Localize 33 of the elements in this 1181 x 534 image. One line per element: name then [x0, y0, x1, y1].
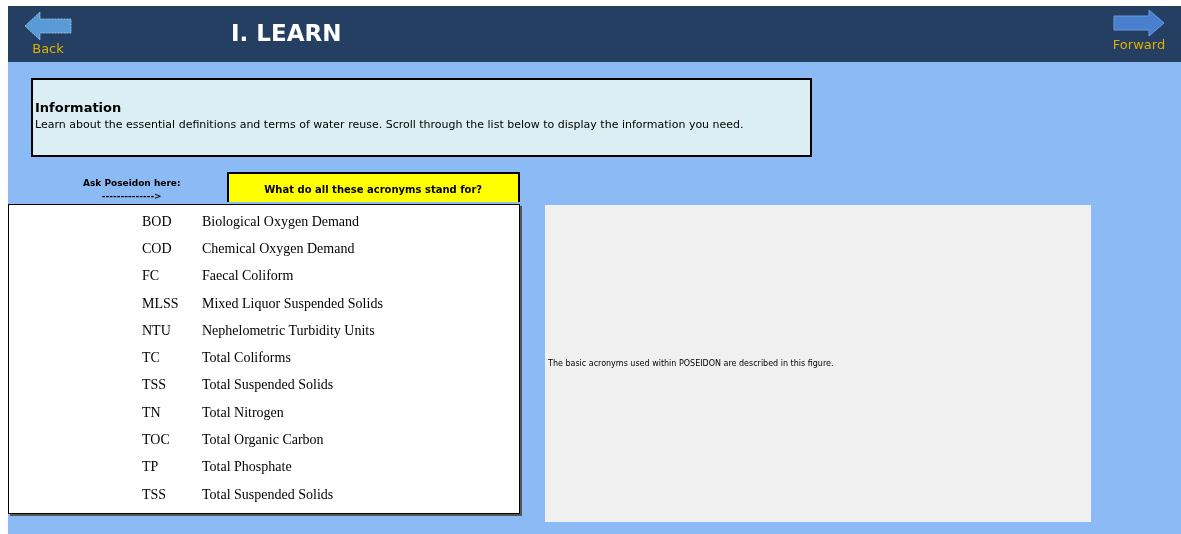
acronym: COD — [142, 240, 173, 257]
acronym: BOD — [142, 213, 173, 230]
information-heading: Information — [35, 100, 123, 115]
forward-button[interactable]: Forward — [1111, 6, 1167, 62]
right-arrow-icon — [1113, 9, 1165, 37]
acronym-meaning: Total Organic Carbon — [202, 432, 324, 448]
arrow-text: --------------> — [100, 190, 163, 203]
ask-label: Ask Poseidon here: — [81, 177, 182, 190]
acronym-meaning: Chemical Oxygen Demand — [202, 240, 355, 257]
acronym-meaning: Biological Oxygen Demand — [202, 213, 360, 230]
acronym: TSS — [142, 377, 168, 394]
acronym: FC — [142, 268, 161, 285]
question-box[interactable]: What do all these acronyms stand for? — [226, 172, 520, 202]
acronym: MLSS — [142, 295, 180, 312]
acronym-meaning: Total Suspended Solids — [202, 486, 334, 503]
page-title: I. LEARN — [231, 20, 342, 48]
acronym-meaning: Total Nitrogen — [202, 404, 284, 421]
information-text: Learn about the essential definitions and terms of water reuse. Scroll through the list below to display the information you need. — [35, 118, 745, 131]
acronym-meaning: Total Phosphate — [202, 459, 292, 476]
figure-caption: The basic acronyms used within POSEIDON are described in this figure. — [548, 359, 834, 368]
acronym: TC — [142, 350, 161, 367]
acronym-meaning: Total Suspended Solids — [202, 377, 334, 394]
acronym-meaning: Total Coliforms — [202, 350, 291, 367]
acronym-meaning: Mixed Liquor Suspended Solids — [202, 295, 383, 312]
acronym: TOC — [142, 432, 171, 448]
acronym: TP — [142, 459, 160, 476]
acronym: TN — [142, 404, 162, 421]
back-button[interactable]: Back — [22, 6, 74, 62]
acronym-meaning: Nephelometric Turbidity Units — [202, 322, 375, 339]
acronym: NTU — [142, 322, 172, 339]
acronym-meaning: Faecal Coliform — [202, 268, 294, 285]
acronym: TSS — [142, 486, 168, 503]
left-arrow-icon — [24, 11, 72, 41]
